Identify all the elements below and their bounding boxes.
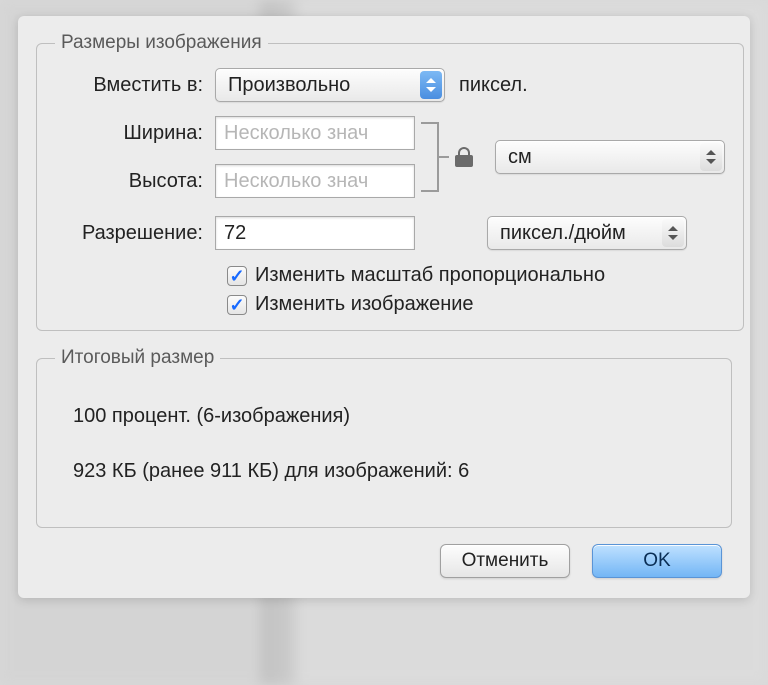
cancel-button[interactable]: Отменить (440, 544, 570, 578)
dimensions-block: Ширина: Высота: см (55, 116, 725, 198)
width-input[interactable] (215, 116, 415, 150)
resolution-unit-value: пиксел./дюйм (500, 222, 626, 245)
resize-image-checkbox[interactable] (227, 295, 247, 315)
fit-into-select[interactable]: Произвольно (215, 68, 445, 102)
scale-proportional-row: Изменить масштаб пропорционально (227, 264, 725, 287)
image-dimensions-group: Размеры изображения Вместить в: Произвол… (36, 32, 744, 331)
fit-into-value: Произвольно (228, 74, 350, 97)
resize-image-row: Изменить изображение (227, 293, 725, 316)
fit-into-row: Вместить в: Произвольно пиксел. (55, 68, 725, 102)
dropdown-stepper-icon (700, 143, 722, 171)
result-filesize-line: 923 КБ (ранее 911 КБ) для изображений: 6 (73, 460, 705, 483)
scale-proportional-checkbox[interactable] (227, 266, 247, 286)
ok-button[interactable]: OK (592, 544, 722, 578)
fit-into-label: Вместить в: (55, 74, 215, 97)
image-dimensions-legend: Размеры изображения (55, 32, 268, 54)
width-label: Ширина: (55, 122, 215, 145)
resolution-label: Разрешение: (55, 222, 215, 245)
wh-unit-value: см (508, 146, 532, 169)
height-input[interactable] (215, 164, 415, 198)
height-label: Высота: (55, 170, 215, 193)
fit-into-suffix: пиксел. (459, 74, 528, 97)
resulting-size-legend: Итоговый размер (55, 347, 220, 369)
dropdown-stepper-icon (420, 71, 442, 99)
resolution-unit-select[interactable]: пиксел./дюйм (487, 216, 687, 250)
wh-unit-select[interactable]: см (495, 140, 725, 174)
scale-proportional-label: Изменить масштаб пропорционально (255, 264, 605, 287)
dropdown-stepper-icon (662, 219, 684, 247)
link-bracket (415, 116, 445, 198)
lock-icon[interactable] (455, 147, 473, 167)
resulting-size-group: Итоговый размер 100 процент. (6-изображе… (36, 347, 732, 528)
dialog-button-row: Отменить OK (18, 528, 750, 584)
result-percent-line: 100 процент. (6-изображения) (73, 405, 705, 428)
resolution-input[interactable] (215, 216, 415, 250)
image-size-dialog: Размеры изображения Вместить в: Произвол… (18, 16, 750, 598)
resize-image-label: Изменить изображение (255, 293, 474, 316)
